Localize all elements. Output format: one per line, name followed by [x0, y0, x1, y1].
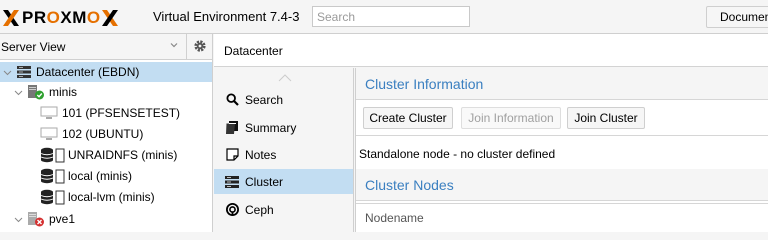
nav-item-ceph[interactable]: Ceph	[214, 197, 353, 222]
cluster-icon	[225, 175, 239, 188]
tree-item-datacenter[interactable]: Datacenter (EBDN)	[0, 62, 212, 82]
notes-icon	[225, 148, 239, 161]
search-icon	[225, 93, 239, 106]
nav-item-search[interactable]: Search	[214, 87, 353, 112]
nav-item-label: Summary	[245, 120, 297, 135]
tree-item-label: UNRAIDNFS (minis)	[68, 148, 178, 162]
documentation-label: Documentation	[720, 10, 768, 24]
vm-icon	[40, 127, 58, 140]
tree-item-label: local-lvm (minis)	[68, 190, 155, 204]
chevron-down-icon	[170, 43, 178, 48]
chevron-down-icon[interactable]	[14, 215, 23, 224]
node-offline-icon	[28, 212, 44, 227]
tree-item-label: 102 (UBUNTU)	[62, 127, 144, 141]
tree-item-label: Datacenter (EBDN)	[36, 65, 140, 79]
storage-icon	[40, 147, 65, 163]
join-information-button[interactable]: Join Information	[461, 107, 561, 129]
nav-item-summary[interactable]: Summary	[214, 115, 353, 140]
nav-item-label: Notes	[245, 147, 277, 162]
proxmox-x-icon	[101, 10, 118, 26]
tree-header: Server View	[0, 34, 212, 60]
resource-tree: Server View Datacenter (EBDN) minis 101	[0, 34, 213, 232]
tree-item-label: 101 (PFSENSETEST)	[62, 106, 181, 120]
tree-item-vm-102[interactable]: 102 (UBUNTU)	[0, 124, 212, 144]
storage-icon	[40, 168, 65, 184]
nav-item-label: Ceph	[245, 202, 274, 217]
tree-item-vm-101[interactable]: 101 (PFSENSETEST)	[0, 103, 212, 123]
proxmox-logo[interactable]: PROXMO	[2, 8, 121, 28]
view-label: Server View	[1, 39, 66, 54]
cluster-content: Cluster Information Create Cluster Join …	[355, 68, 768, 232]
nav-item-label: Search	[245, 92, 284, 107]
datacenter-icon	[17, 66, 31, 78]
tree-item-storage-local[interactable]: local (minis)	[0, 166, 212, 186]
chevron-down-icon[interactable]	[14, 88, 23, 97]
search-field[interactable]	[312, 6, 470, 27]
ceph-icon	[225, 203, 239, 216]
tree-item-node-minis[interactable]: minis	[0, 82, 212, 102]
chevron-up-icon[interactable]	[278, 74, 292, 82]
create-cluster-button[interactable]: Create Cluster	[363, 107, 453, 129]
breadcrumb-datacenter: Datacenter	[224, 44, 283, 58]
storage-icon	[40, 189, 65, 205]
cluster-nodes-header: Cluster Nodes	[356, 169, 768, 201]
cluster-status-text: Standalone node - no cluster defined	[359, 147, 556, 161]
node-online-icon	[28, 85, 44, 100]
proxmox-x-icon	[3, 10, 19, 26]
search-input[interactable]	[313, 7, 469, 26]
tree-item-node-pve1[interactable]: pve1	[0, 209, 212, 229]
tree-item-label: pve1	[49, 212, 76, 226]
column-label: Nodename	[365, 211, 424, 225]
tree-item-storage-local-lvm[interactable]: local-lvm (minis)	[0, 187, 212, 207]
documentation-button[interactable]: Documentation	[706, 6, 768, 28]
tree-item-storage-unraidnfs[interactable]: UNRAIDNFS (minis)	[0, 145, 212, 165]
nav-item-label: Cluster	[245, 174, 284, 189]
join-cluster-button[interactable]: Join Cluster	[567, 107, 645, 129]
cluster-information-header: Cluster Information	[356, 68, 768, 100]
nodename-column-header[interactable]: Nodename	[356, 203, 768, 232]
view-selector[interactable]: Server View	[0, 34, 187, 59]
tree-item-label: minis	[49, 85, 78, 99]
gear-icon[interactable]	[193, 39, 207, 53]
chevron-down-icon[interactable]	[3, 68, 12, 77]
breadcrumb: Datacenter	[214, 34, 768, 67]
nav-item-cluster[interactable]: Cluster	[214, 169, 353, 194]
product-version: Virtual Environment 7.4-3	[153, 9, 300, 24]
section-title: Cluster Information	[365, 75, 484, 92]
nav-item-notes[interactable]: Notes	[214, 142, 353, 167]
top-bar: PROXMO Virtual Environment 7.4-3 Documen…	[0, 0, 768, 34]
cluster-toolbar: Create Cluster Join Information Join Clu…	[356, 100, 768, 136]
brand-name: PROXMO	[22, 8, 101, 27]
vm-icon	[40, 106, 58, 119]
section-title: Cluster Nodes	[365, 176, 454, 193]
book-icon	[226, 121, 238, 134]
tree-item-label: local (minis)	[68, 169, 133, 183]
config-nav: Search Summary Notes Cluster Ceph	[214, 68, 354, 232]
